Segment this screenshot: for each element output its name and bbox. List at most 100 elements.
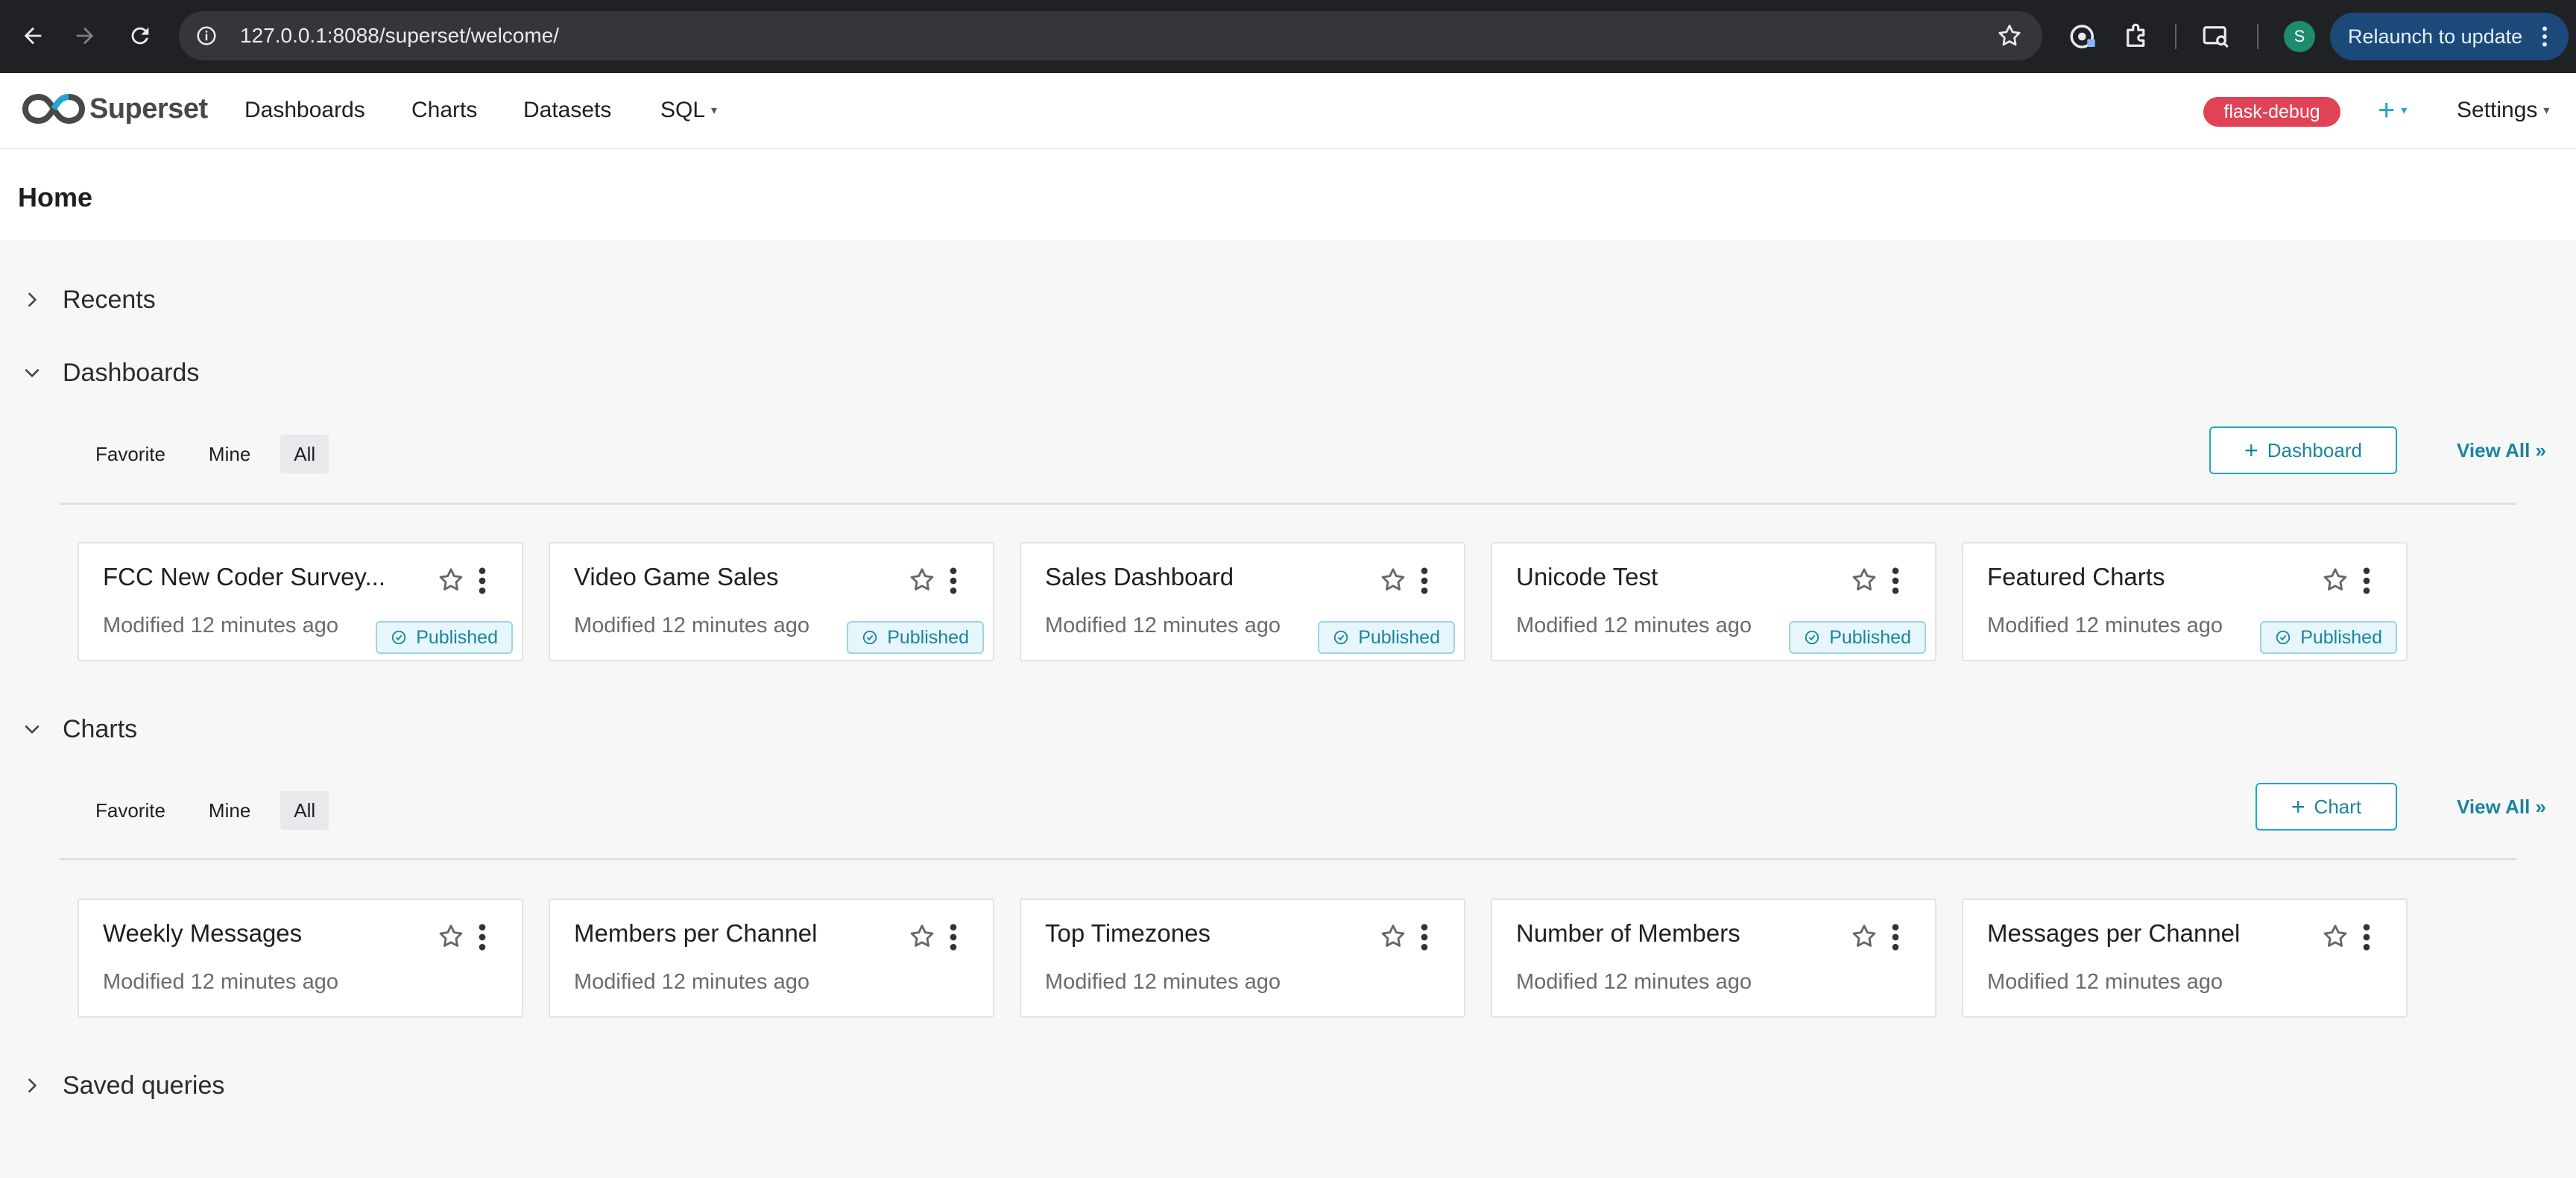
more-vertical-icon[interactable] [477, 922, 487, 952]
favorite-star-icon[interactable] [437, 922, 465, 951]
chart-card[interactable]: Top Timezones Modified 12 minutes ago [1020, 898, 1465, 1018]
chevron-down-icon [25, 368, 40, 378]
tab-all[interactable]: All [280, 791, 329, 830]
dashboard-card[interactable]: Unicode Test Modified 12 minutes ago Publi… [1491, 542, 1936, 661]
chevron-right-icon [28, 1078, 37, 1093]
chevron-down-icon [25, 725, 40, 734]
tab-search-icon[interactable] [2200, 21, 2232, 52]
favorite-star-icon[interactable] [1850, 566, 1878, 594]
nav-sql[interactable]: SQL ▾ [660, 73, 717, 148]
favorite-star-icon[interactable] [1379, 922, 1407, 951]
card-modified-text: Modified 12 minutes ago [1045, 970, 1281, 994]
tab-mine[interactable]: Mine [195, 435, 264, 473]
favorite-star-icon[interactable] [2321, 566, 2349, 594]
app-navbar: Superset Dashboards Charts Datasets SQL ▾… [0, 73, 2576, 149]
tab-all[interactable]: All [280, 435, 329, 473]
more-vertical-icon[interactable] [1419, 922, 1430, 952]
chart-card[interactable]: Number of Members Modified 12 minutes ago [1491, 898, 1936, 1018]
dashboard-card[interactable]: Video Game Sales Modified 12 minutes ago P… [549, 542, 994, 661]
caret-down-icon: ▾ [2543, 104, 2550, 117]
favorite-star-icon[interactable] [1379, 566, 1407, 594]
card-title[interactable]: Unicode Test [1516, 563, 1658, 591]
superset-logo[interactable]: Superset [22, 92, 208, 125]
section-recents-header[interactable]: Recents [22, 279, 156, 321]
chart-card[interactable]: Messages per Channel Modified 12 minutes … [1962, 898, 2408, 1018]
divider [60, 858, 2516, 860]
toolbar-separator [2175, 24, 2176, 49]
check-circle-icon [863, 630, 877, 645]
status-badge: Published [376, 621, 513, 654]
plus-icon: + [2378, 93, 2396, 127]
tab-mine[interactable]: Mine [195, 791, 264, 830]
card-title[interactable]: Video Game Sales [574, 563, 779, 591]
more-vertical-icon[interactable] [948, 566, 959, 596]
favorite-star-icon[interactable] [1850, 922, 1878, 951]
favorite-star-icon[interactable] [437, 566, 465, 594]
dashboard-cards: FCC New Coder Survey... Modified 12 minut… [78, 542, 2433, 661]
section-saved-queries-label: Saved queries [63, 1071, 225, 1100]
nav-sql-label: SQL [660, 98, 706, 122]
chart-card[interactable]: Members per Channel Modified 12 minutes a… [549, 898, 994, 1018]
section-dashboards-header[interactable]: Dashboards [22, 352, 199, 394]
forward-button[interactable] [66, 16, 104, 55]
card-title[interactable]: Number of Members [1516, 919, 1740, 948]
site-info-icon[interactable] [195, 25, 218, 47]
more-vertical-icon[interactable] [477, 566, 487, 596]
profile-avatar[interactable]: S [2284, 21, 2315, 52]
bookmark-star-icon[interactable] [1996, 22, 2023, 49]
nav-dashboards[interactable]: Dashboards [244, 73, 365, 148]
card-title[interactable]: Messages per Channel [1987, 919, 2240, 948]
add-dashboard-button[interactable]: + Dashboard [2209, 426, 2397, 474]
card-title[interactable]: FCC New Coder Survey... [103, 563, 385, 591]
card-title[interactable]: Featured Charts [1987, 563, 2165, 591]
dashboard-card[interactable]: FCC New Coder Survey... Modified 12 minut… [78, 542, 523, 661]
charts-view-all-link[interactable]: View All » [2457, 783, 2546, 831]
card-modified-text: Modified 12 minutes ago [1045, 614, 1281, 637]
section-charts-header[interactable]: Charts [22, 708, 137, 750]
section-dashboards-label: Dashboards [63, 358, 200, 387]
section-recents-label: Recents [63, 285, 156, 314]
card-modified-text: Modified 12 minutes ago [103, 614, 338, 637]
chart-card[interactable]: Weekly Messages Modified 12 minutes ago [78, 898, 523, 1018]
relaunch-button[interactable]: Relaunch to update [2330, 13, 2569, 60]
address-bar[interactable]: 127.0.0.1:8088/superset/welcome/ [179, 11, 2042, 60]
more-vertical-icon[interactable] [948, 922, 959, 952]
dashboards-view-all-link[interactable]: View All » [2457, 426, 2546, 474]
password-manager-icon[interactable] [2068, 21, 2099, 52]
section-saved-queries-header[interactable]: Saved queries [22, 1065, 224, 1106]
favorite-star-icon[interactable] [2321, 922, 2349, 951]
add-chart-button[interactable]: + Chart [2255, 783, 2397, 831]
card-title[interactable]: Sales Dashboard [1045, 563, 1234, 591]
nav-datasets[interactable]: Datasets [523, 73, 611, 148]
more-vertical-icon[interactable] [1419, 566, 1430, 596]
status-badge-label: Published [887, 626, 969, 648]
tab-favorite[interactable]: Favorite [82, 791, 179, 830]
more-vertical-icon[interactable] [2361, 566, 2372, 596]
tab-favorite[interactable]: Favorite [82, 435, 179, 473]
more-vertical-icon[interactable] [1890, 566, 1901, 596]
card-title[interactable]: Members per Channel [574, 919, 818, 948]
card-modified-text: Modified 12 minutes ago [574, 614, 809, 637]
more-vertical-icon[interactable] [1890, 922, 1901, 952]
dashboards-filter-tabs: Favorite Mine All [82, 435, 345, 473]
new-item-menu[interactable]: + ▾ [2378, 91, 2407, 130]
card-modified-text: Modified 12 minutes ago [1987, 970, 2223, 994]
more-vertical-icon[interactable] [2361, 922, 2372, 952]
favorite-star-icon[interactable] [908, 922, 936, 951]
card-title[interactable]: Weekly Messages [103, 919, 302, 948]
superset-logo-icon [22, 93, 85, 125]
dashboard-card[interactable]: Sales Dashboard Modified 12 minutes ago Pu… [1020, 542, 1465, 661]
favorite-star-icon[interactable] [908, 566, 936, 594]
extensions-icon[interactable] [2121, 21, 2153, 52]
toolbar-separator [2257, 24, 2258, 49]
url-text[interactable]: 127.0.0.1:8088/superset/welcome/ [240, 24, 559, 48]
card-modified-text: Modified 12 minutes ago [574, 970, 809, 994]
settings-menu[interactable]: Settings ▾ [2457, 91, 2549, 130]
card-title[interactable]: Top Timezones [1045, 919, 1210, 948]
reload-button[interactable] [121, 16, 160, 55]
add-chart-label: Chart [2314, 795, 2362, 818]
nav-charts[interactable]: Charts [411, 73, 477, 148]
status-badge-label: Published [416, 626, 498, 648]
dashboard-card[interactable]: Featured Charts Modified 12 minutes ago Pu… [1962, 542, 2408, 661]
back-button[interactable] [13, 16, 52, 55]
